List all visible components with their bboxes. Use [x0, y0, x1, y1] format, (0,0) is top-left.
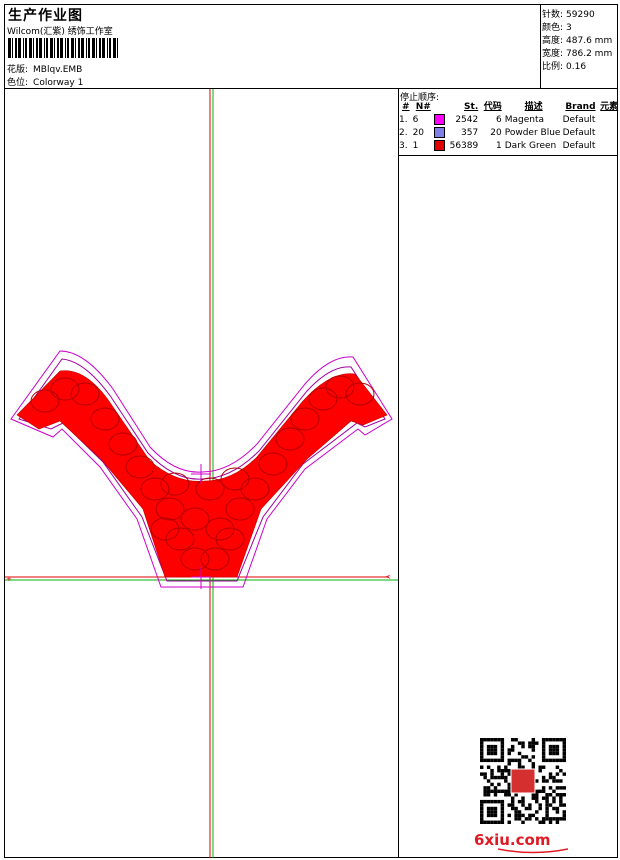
row-code: 1 — [496, 141, 502, 151]
table-header-row: # N# St. 代码 描述 Brand 元素 — [399, 101, 620, 114]
stat-scale-value: 0.16 — [566, 62, 587, 72]
col-header-stitches: St. — [464, 102, 479, 112]
row-brand: Default — [562, 128, 596, 138]
row-description: Magenta — [504, 115, 545, 125]
row-index: 1. — [399, 115, 408, 125]
row-index: 3. — [399, 141, 408, 151]
qr-code-image — [480, 738, 566, 824]
studio-subtitle: Wilcom(汇紫) 绣饰工作室 — [7, 27, 113, 37]
baseline-right-marker: < — [385, 573, 391, 581]
row-code: 6 — [496, 115, 502, 125]
col-header-code: 代码 — [483, 102, 502, 112]
row-description: Dark Green — [504, 141, 557, 151]
stat-stitches-label: 针数: — [542, 10, 564, 20]
stat-height-label: 高度: — [542, 36, 564, 46]
row-needle: 1 — [412, 141, 419, 151]
pattern-row: 花版: MBlqv.EMB — [7, 62, 82, 75]
color-swatch — [434, 140, 445, 151]
row-stitches: 2542 — [455, 115, 479, 125]
stat-stitches-value: 59290 — [566, 10, 595, 20]
colorway-value: Colorway 1 — [33, 78, 84, 88]
table-row: 3. 1 56389 1 Dark Green Default — [399, 140, 620, 153]
col-header-swatch — [434, 101, 450, 114]
table-row: 1. 6 2542 6 Magenta Default — [399, 114, 620, 127]
stat-scale: 比例: 0.16 — [542, 59, 586, 72]
row-code: 20 — [490, 128, 502, 138]
barcode-image — [8, 38, 118, 58]
stat-colors-value: 3 — [566, 23, 572, 33]
stat-width: 宽度: 786.2 mm — [542, 46, 612, 59]
col-header-element: 元素 — [600, 102, 619, 112]
stat-height-value: 487.6 mm — [566, 36, 613, 46]
stat-scale-label: 比例: — [542, 62, 564, 72]
stat-colors: 颜色: 3 — [542, 20, 572, 33]
col-header-index: # — [402, 102, 410, 112]
stat-width-value: 786.2 mm — [566, 49, 613, 59]
watermark-swoosh — [498, 848, 568, 854]
qr-seal — [510, 768, 536, 794]
table-row: 2. 20 357 20 Powder Blue Default — [399, 127, 620, 140]
color-swatch — [434, 127, 445, 138]
embroidery-preview: + < — [5, 89, 398, 858]
col-header-description: 描述 — [524, 102, 543, 112]
stat-colors-label: 颜色: — [542, 23, 564, 33]
colorway-label: 色位: — [7, 78, 29, 88]
row-brand: Default — [562, 115, 596, 125]
pattern-value: MBlqv.EMB — [33, 65, 83, 75]
row-needle: 20 — [412, 128, 425, 138]
stop-table-divider — [399, 155, 618, 156]
col-header-n: N# — [415, 102, 431, 112]
baseline-left-marker: + — [6, 575, 12, 583]
colorway-row: 色位: Colorway 1 — [7, 75, 83, 88]
stop-sequence-table: # N# St. 代码 描述 Brand 元素 1. 6 2542 6 Mage… — [399, 101, 620, 153]
watermark-text: 6xiu.com — [474, 831, 551, 849]
panel-divider — [398, 88, 399, 858]
stat-width-label: 宽度: — [542, 49, 564, 59]
page-title: 生产作业图 — [8, 8, 83, 24]
col-header-brand: Brand — [565, 102, 596, 112]
stat-height: 高度: 487.6 mm — [542, 33, 612, 46]
row-stitches: 56389 — [449, 141, 479, 151]
color-swatch — [434, 114, 445, 125]
stat-stitches: 针数: 59290 — [542, 7, 595, 20]
row-index: 2. — [399, 128, 408, 138]
pattern-label: 花版: — [7, 65, 29, 75]
row-description: Powder Blue — [504, 128, 561, 138]
row-stitches: 357 — [461, 128, 479, 138]
row-brand: Default — [562, 141, 596, 151]
row-needle: 6 — [412, 115, 419, 125]
